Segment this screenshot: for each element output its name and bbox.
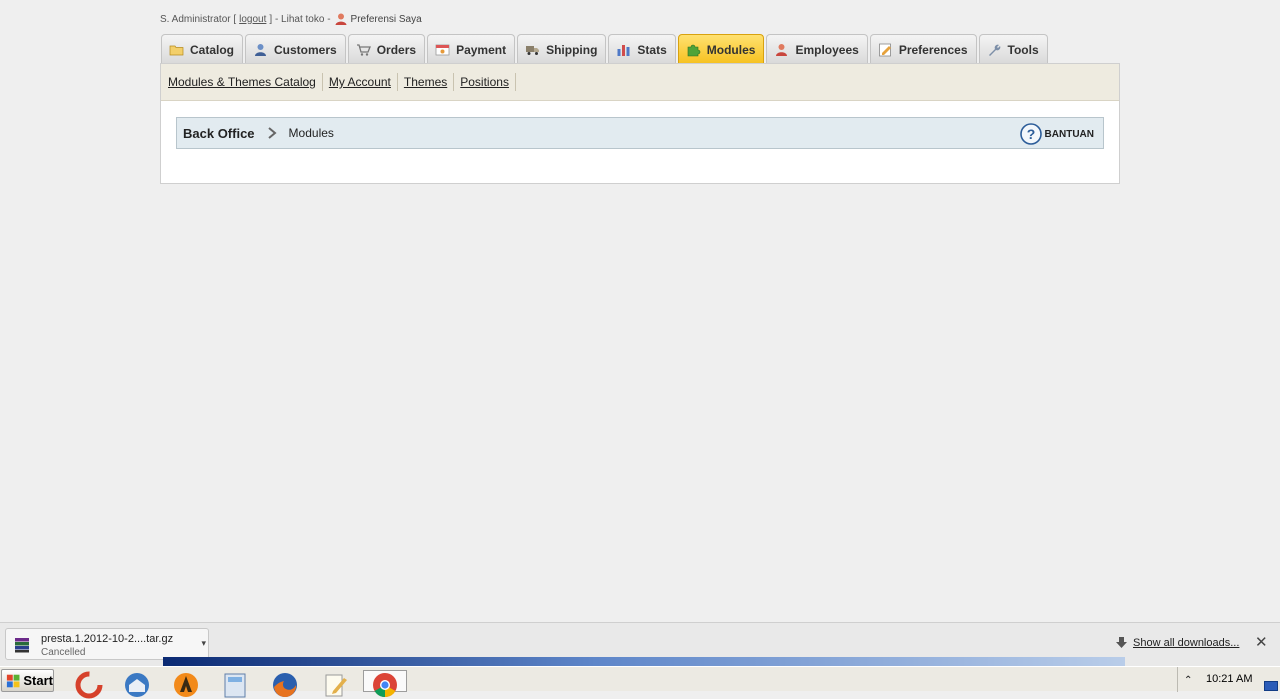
subnav-themes[interactable]: Themes xyxy=(398,73,455,91)
tab-label: Catalog xyxy=(190,42,235,57)
person-icon xyxy=(335,13,347,25)
breadcrumb-home[interactable]: Back Office xyxy=(183,126,255,141)
preferences-link[interactable]: Preferensi Saya xyxy=(351,14,422,25)
employee-icon xyxy=(776,44,788,56)
tab-label: Preferences xyxy=(898,42,968,57)
logout-link[interactable]: logout xyxy=(239,14,266,25)
wrench-icon xyxy=(988,44,1000,56)
user-bar: S. Administrator [ logout ] - Lihat toko… xyxy=(160,12,422,26)
tab-label: Shipping xyxy=(546,42,598,57)
tab-label: Modules xyxy=(706,42,756,57)
tab-stats[interactable]: Stats xyxy=(608,34,676,64)
svg-text:?: ? xyxy=(1026,126,1035,142)
tab-payment[interactable]: Payment xyxy=(427,34,516,64)
clock[interactable]: 10:21 AM xyxy=(1206,673,1252,685)
tab-shipping[interactable]: Shipping xyxy=(517,34,607,64)
download-item[interactable]: presta.1.2012-10-2....tar.gz Cancelled ▾ xyxy=(5,628,209,660)
show-desktop-icon[interactable] xyxy=(1264,681,1278,691)
help-icon: ? xyxy=(1019,123,1042,145)
avast-icon xyxy=(174,673,198,697)
taskbar-app-firefox[interactable] xyxy=(263,670,307,698)
preferences-icon xyxy=(878,43,891,57)
customer-icon xyxy=(255,44,267,56)
calculator-icon xyxy=(224,673,246,698)
ccleaner-icon xyxy=(75,671,103,699)
chrome-icon xyxy=(373,673,397,697)
subnav-modules-themes-catalog[interactable]: Modules & Themes Catalog xyxy=(168,73,323,91)
tab-label: Customers xyxy=(274,42,337,57)
cart-icon xyxy=(356,44,371,56)
tab-orders[interactable]: Orders xyxy=(347,34,426,64)
tab-catalog[interactable]: Catalog xyxy=(161,34,244,64)
bar-chart-icon xyxy=(617,45,630,56)
truck-icon xyxy=(526,46,540,55)
system-tray: ⌃ 10:21 AM xyxy=(1177,667,1280,692)
tab-modules[interactable]: Modules xyxy=(677,34,765,64)
chevron-right-icon xyxy=(267,127,277,139)
firefox-icon xyxy=(273,673,297,698)
taskbar-app-ccleaner[interactable] xyxy=(67,670,111,699)
tab-label: Orders xyxy=(376,42,417,57)
sub-navigation: Modules & Themes Catalog My Account Them… xyxy=(161,63,1119,101)
tab-label: Employees xyxy=(795,42,859,57)
start-button[interactable]: Start xyxy=(1,669,54,692)
taskbar: Start ⌃ 10:21 AM xyxy=(0,666,1280,699)
chevron-up-icon[interactable]: ⌃ xyxy=(1184,675,1192,686)
download-file-name: presta.1.2012-10-2....tar.gz xyxy=(41,633,174,645)
folder-icon xyxy=(169,45,184,56)
main-tabs: Catalog Customers Orders Payment Shippin… xyxy=(161,33,1048,64)
start-label: Start xyxy=(23,673,53,688)
window-titlebar-strip xyxy=(163,657,1125,666)
subnav-my-account[interactable]: My Account xyxy=(323,73,398,91)
tab-customers[interactable]: Customers xyxy=(245,34,346,64)
puzzle-icon xyxy=(687,44,701,57)
thunderbird-icon xyxy=(125,673,149,697)
page-heading-fragment xyxy=(160,0,200,4)
notepad-icon xyxy=(325,674,347,697)
taskbar-app-thunderbird[interactable] xyxy=(115,670,159,697)
show-all-downloads[interactable]: Show all downloads... xyxy=(1116,637,1239,649)
breadcrumb: Back Office Modules ? BANTUAN xyxy=(176,117,1104,149)
show-all-downloads-label: Show all downloads... xyxy=(1133,637,1240,649)
breadcrumb-current: Modules xyxy=(288,126,334,140)
download-arrow-icon xyxy=(1116,637,1127,648)
download-status: Cancelled xyxy=(41,647,86,658)
user-prefix: S. Administrator [ xyxy=(160,13,237,25)
help-label: BANTUAN xyxy=(1044,128,1094,140)
tab-label: Stats xyxy=(637,42,667,57)
windows-logo-icon xyxy=(6,674,20,687)
tab-preferences[interactable]: Preferences xyxy=(869,34,977,64)
chevron-down-icon[interactable]: ▾ xyxy=(201,638,206,649)
archive-icon xyxy=(15,638,29,653)
tab-label: Tools xyxy=(1007,42,1039,57)
tab-label: Payment xyxy=(456,42,507,57)
tab-employees[interactable]: Employees xyxy=(766,34,868,64)
close-icon[interactable]: ✕ xyxy=(1255,633,1268,651)
taskbar-app-chrome[interactable] xyxy=(363,670,407,697)
user-suffix: ] - Lihat toko - xyxy=(269,13,331,25)
payment-icon xyxy=(435,44,450,56)
taskbar-app-avast[interactable] xyxy=(164,670,208,697)
taskbar-app-notepad[interactable] xyxy=(313,670,357,697)
help-button[interactable]: ? BANTUAN xyxy=(1019,123,1094,145)
taskbar-app-calculator[interactable] xyxy=(213,670,257,698)
subnav-positions[interactable]: Positions xyxy=(454,73,516,91)
content-panel: Modules & Themes Catalog My Account Them… xyxy=(160,63,1120,184)
tab-tools[interactable]: Tools xyxy=(978,34,1048,64)
